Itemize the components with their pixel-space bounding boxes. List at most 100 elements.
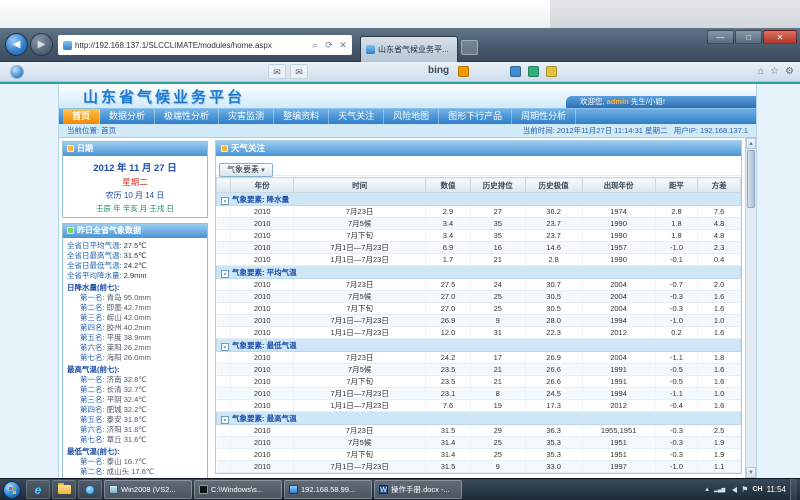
new-tab-button[interactable] xyxy=(461,40,478,55)
table-cell: 2004 xyxy=(582,352,655,364)
minimize-button[interactable]: — xyxy=(707,30,734,44)
table-row[interactable]: 20107月1日—7月23日23.1824.51994-1.11.0 xyxy=(217,388,741,400)
section-header-row[interactable]: -气象要素: 最高气温 xyxy=(217,412,741,425)
browser-tab[interactable]: 山东省气候业务平... xyxy=(360,36,458,62)
taskbar-window-button[interactable]: 192.168.58.99... xyxy=(284,480,372,499)
taskbar-explorer-icon[interactable] xyxy=(52,480,76,499)
column-header[interactable]: 数值 xyxy=(426,178,471,193)
mail-icon[interactable]: ✉ xyxy=(268,64,286,79)
mail-send-icon[interactable]: ✉ xyxy=(290,64,308,79)
table-cell: 0.4 xyxy=(698,254,741,266)
nav-item[interactable]: 极端性分析 xyxy=(155,109,219,124)
section-header-row[interactable]: -气象要素: 降水量 xyxy=(217,193,741,206)
app-logo-icon[interactable] xyxy=(10,65,24,79)
ime-indicator[interactable]: CH xyxy=(752,486,762,493)
table-cell: 2010 xyxy=(231,327,294,339)
section-header-row[interactable]: -气象要素: 最低气温 xyxy=(217,339,741,352)
nav-item[interactable]: 周期性分析 xyxy=(512,109,576,124)
start-button[interactable] xyxy=(3,481,21,499)
nav-item[interactable]: 天气关注 xyxy=(329,109,384,124)
clock[interactable]: 11:54 xyxy=(767,485,786,494)
nav-item[interactable]: 风险地图 xyxy=(384,109,439,124)
table-row[interactable]: 20101月1日—7月23日12.03122.320120.21.6 xyxy=(217,327,741,339)
table-row[interactable]: 20107月23日2.92736.219742.87.6 xyxy=(217,206,741,218)
column-header[interactable]: 出现年份 xyxy=(582,178,655,193)
table-row[interactable]: 20107月下旬27.02530.52004-0.31.6 xyxy=(217,303,741,315)
element-dropdown-button[interactable]: 气象要素 ▾ xyxy=(219,163,273,177)
maximize-button[interactable]: □ xyxy=(735,30,762,44)
favorites-star-icon[interactable]: ☆ xyxy=(770,64,779,80)
table-row[interactable]: 20107月下旬3.43523.719901.84.8 xyxy=(217,230,741,242)
table-row[interactable]: 20107月1日—7月23日6.91614.61957-1.02.3 xyxy=(217,242,741,254)
nav-item[interactable]: 首页 xyxy=(63,109,100,124)
bing-logo[interactable]: bing xyxy=(428,65,449,76)
table-row[interactable]: 20107月5候23.52126.61991-0.51.6 xyxy=(217,364,741,376)
refresh-icon[interactable]: ⟳ xyxy=(322,40,336,51)
collapse-icon[interactable]: - xyxy=(221,270,229,278)
table-cell: 2010 xyxy=(231,291,294,303)
nav-item[interactable]: 灾害监测 xyxy=(219,109,274,124)
station-value: 32.7℃ xyxy=(124,385,147,394)
column-header[interactable]: 方差 xyxy=(698,178,741,193)
table-row[interactable]: 20107月1日—7月23日31.5933.01997-1.01.1 xyxy=(217,461,741,473)
nav-item[interactable]: 整编资料 xyxy=(274,109,329,124)
scroll-up-icon[interactable]: ▲ xyxy=(746,138,756,149)
nav-item[interactable]: 图形下行产品 xyxy=(439,109,512,124)
station-name: 济阳 xyxy=(107,425,124,434)
volume-icon[interactable] xyxy=(729,487,737,493)
column-header[interactable]: 年份 xyxy=(231,178,294,193)
settings-gear-icon[interactable]: ⚙ xyxy=(785,64,794,80)
scrollbar-thumb[interactable] xyxy=(747,150,755,208)
close-button[interactable]: ✕ xyxy=(763,30,797,44)
back-button[interactable]: ◀ xyxy=(5,33,28,56)
taskbar-ie-icon[interactable]: e xyxy=(26,480,50,499)
table-row[interactable]: 20107月5候27.02530.52004-0.31.6 xyxy=(217,291,741,303)
collapse-icon[interactable]: - xyxy=(221,416,229,424)
network-icon[interactable]: ▂▄▆ xyxy=(714,487,725,493)
toolbar-plugin-icon[interactable] xyxy=(528,66,539,77)
table-row[interactable]: 20107月5候3.43523.719901.84.8 xyxy=(217,218,741,230)
table-cell: 0.2 xyxy=(655,327,698,339)
table-row[interactable]: 20107月下旬23.52126.61991-0.51.6 xyxy=(217,376,741,388)
page-scrollbar[interactable]: ▲ ▼ xyxy=(745,138,756,478)
collapse-icon[interactable]: - xyxy=(221,197,229,205)
taskbar-window-button[interactable]: W操作手册.docx -... xyxy=(374,480,462,499)
nav-item[interactable]: 数据分析 xyxy=(100,109,155,124)
column-header[interactable]: 时间 xyxy=(294,178,426,193)
address-bar[interactable]: http://192.168.137.1/SLCCLIMATE/modules/… xyxy=(58,35,352,55)
taskbar-window-button[interactable]: C:\Windows\s... xyxy=(194,480,282,499)
column-header[interactable]: 历史排位 xyxy=(470,178,525,193)
section-header-cell: -气象要素: 降水量 xyxy=(217,193,741,206)
column-header[interactable]: 距平 xyxy=(655,178,698,193)
toolbar-plugin-icon[interactable] xyxy=(510,66,521,77)
search-icon[interactable]: ⌕ xyxy=(308,40,322,51)
table-row[interactable]: 20107月23日24.21726.92004-1.11.8 xyxy=(217,352,741,364)
table-cell: 2004 xyxy=(582,291,655,303)
table-row[interactable]: 20107月23日27.52430.72004-0.72.0 xyxy=(217,279,741,291)
section-header-row[interactable]: -气象要素: 平均气温 xyxy=(217,266,741,279)
stop-icon[interactable]: ✕ xyxy=(336,40,350,51)
taskbar-window-button[interactable]: Win2008 (VS2... xyxy=(104,480,192,499)
collapse-icon[interactable]: - xyxy=(221,343,229,351)
toolbar-plugin-icon[interactable] xyxy=(546,66,557,77)
bing-plugin-icon[interactable] xyxy=(458,66,469,77)
station-name: 海阳 xyxy=(107,353,124,362)
table-row[interactable]: 20107月23日31.52936.31955,1951-0.32.5 xyxy=(217,425,741,437)
table-row[interactable]: 20107月5候31.42535.31951-0.31.9 xyxy=(217,437,741,449)
table-row[interactable]: 20101月1日—7月23日1.7212.81990-0.10.4 xyxy=(217,254,741,266)
forward-icon: ▶ xyxy=(38,39,46,50)
taskbar-media-icon[interactable] xyxy=(78,480,102,499)
action-center-icon[interactable]: ⚑ xyxy=(741,485,748,495)
rank-label: 第六名: xyxy=(80,343,107,352)
tray-expand-icon[interactable]: ▲ xyxy=(704,487,710,493)
table-row[interactable]: 20101月1日—7月23日7.61917.32012-0.41.6 xyxy=(217,400,741,412)
column-header[interactable]: 历史极值 xyxy=(525,178,582,193)
table-row[interactable]: 20107月1日—7月23日26.9928.01994-1.01.0 xyxy=(217,315,741,327)
table-row[interactable]: 20107月下旬31.42535.31951-0.31.9 xyxy=(217,449,741,461)
scroll-down-icon[interactable]: ▼ xyxy=(746,467,756,478)
row-expand-cell xyxy=(217,279,231,291)
forward-button[interactable]: ▶ xyxy=(30,33,53,56)
home-icon[interactable]: ⌂ xyxy=(758,64,764,80)
folder-icon xyxy=(58,485,71,494)
show-desktop-button[interactable] xyxy=(790,479,797,500)
